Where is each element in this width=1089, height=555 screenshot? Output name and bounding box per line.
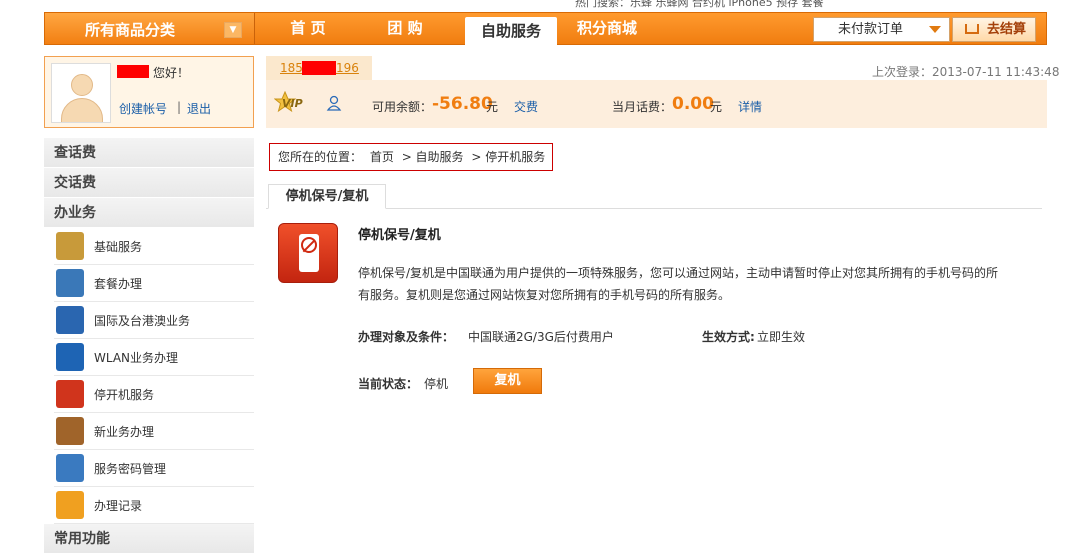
avatar [51, 63, 111, 123]
breadcrumb-self-service[interactable]: > 自助服务 [402, 150, 464, 164]
breadcrumb-current: > 停开机服务 [471, 150, 546, 164]
monthly-fee-unit: 元 [710, 100, 723, 114]
service-description: 停机保号/复机是中国联通为用户提供的一项特殊服务，您可以通过网站，主动申请暂时停… [358, 266, 999, 302]
unpaid-orders-dropdown[interactable]: 未付款订单 [813, 17, 950, 42]
sidebar-head-pay-fee[interactable]: 交话费 [44, 168, 254, 198]
pay-link[interactable]: 交费 [514, 98, 538, 115]
checkout-label: 去结算 [987, 22, 1027, 37]
phone-stop-icon [56, 380, 84, 408]
detail-link[interactable]: 详情 [738, 98, 762, 115]
sidebar-item-label: 办理记录 [94, 499, 143, 513]
sidebar-item[interactable]: 国际及台港澳业务 [54, 302, 254, 339]
nav-self-service[interactable]: 自助服务 [465, 17, 557, 45]
user-icon[interactable] [326, 95, 342, 111]
effect-value: 立即生效 [757, 330, 806, 344]
cart-icon [965, 24, 979, 34]
sidebar-head-business[interactable]: 办业务 [44, 198, 254, 228]
sidebar-item[interactable]: 停开机服务 [54, 376, 254, 413]
monthly-fee-label: 当月话费： [612, 100, 673, 114]
top-nav-bar: 所有商品分类 ▼ 首 页 团 购 自助服务 积分商城 未付款订单 去结算 [44, 12, 1047, 45]
nav-group-buy[interactable]: 团 购 [370, 13, 440, 44]
redacted-phone [302, 61, 336, 75]
basic-service-icon [56, 232, 84, 260]
vip-icon: VIP [274, 91, 303, 115]
breadcrumb: 您所在的位置： 首页 > 自助服务 > 停开机服务 [269, 143, 553, 171]
category-menu[interactable]: 所有商品分类 ▼ [45, 13, 255, 44]
sidebar-item-label: 停开机服务 [94, 388, 155, 402]
chevron-down-icon[interactable]: ▼ [224, 22, 242, 38]
condition-value: 中国联通2G/3G后付费用户 [468, 330, 614, 344]
category-label: 所有商品分类 [85, 21, 176, 39]
status-value: 停机 [424, 377, 449, 391]
password-icon [56, 454, 84, 482]
unpaid-orders-label: 未付款订单 [838, 22, 904, 37]
sidebar-item[interactable]: 新业务办理 [54, 413, 254, 450]
sidebar-item[interactable]: 套餐办理 [54, 265, 254, 302]
sidebar-head-check-fee[interactable]: 查话费 [44, 138, 254, 168]
sidebar-item-label: 国际及台港澳业务 [94, 314, 191, 328]
effect-label: 生效方式: [702, 330, 755, 344]
logout-link[interactable]: 退出 [187, 100, 211, 117]
tab-suspend-resume[interactable]: 停机保号/复机 [268, 184, 386, 209]
sidebar-item[interactable]: WLAN业务办理 [54, 339, 254, 376]
vip-label: VIP [282, 97, 303, 110]
sidebar-head-common[interactable]: 常用功能 [44, 524, 254, 554]
sidebar-item-label: WLAN业务办理 [94, 351, 179, 365]
status-label: 当前状态： [358, 377, 419, 391]
sidebar-item-label: 服务密码管理 [94, 462, 167, 476]
sidebar-item[interactable]: 服务密码管理 [54, 450, 254, 487]
phone-prefix: 185 [280, 61, 303, 75]
sidebar-item-label: 基础服务 [94, 240, 143, 254]
package-icon [56, 269, 84, 297]
sidebar-item-label: 新业务办理 [94, 425, 155, 439]
create-account-link[interactable]: 创建帐号 [119, 100, 167, 117]
sidebar-menu: 查话费 交话费 办业务 基础服务套餐办理国际及台港澳业务 WLAN业务办理 停开机服… [44, 138, 254, 554]
caret-down-icon [929, 26, 941, 33]
sidebar-item[interactable]: 基础服务 [54, 228, 254, 265]
balance-value: -56.80 [432, 94, 493, 114]
user-card: 您好！ 创建帐号 | 退出 [44, 56, 254, 128]
nav-points-mall[interactable]: 积分商城 [567, 13, 647, 44]
breadcrumb-home[interactable]: 首页 [370, 150, 394, 164]
record-icon [56, 491, 84, 519]
redacted-username [117, 65, 149, 78]
sidebar-item[interactable]: 办理记录 [54, 487, 254, 524]
hot-search-text: 热门搜索：乐蜂 乐蜂网 合约机 iPhone5 预存 套餐 [575, 0, 824, 9]
globe-icon [56, 306, 84, 334]
balance-label: 可用余额： [372, 100, 433, 114]
greeting: 您好！ [153, 66, 190, 80]
sidebar-item-label: 套餐办理 [94, 277, 143, 291]
last-login: 上次登录：2013-07-11 11:43:48 [872, 65, 1060, 79]
phone-stop-icon [278, 223, 338, 283]
phone-number-tab[interactable]: 185 196 [266, 56, 372, 80]
condition-label: 办理对象及条件： [358, 330, 455, 344]
service-title: 停机保号/复机 [358, 228, 441, 243]
balance-unit: 元 [486, 100, 499, 114]
resume-service-button[interactable]: 复机 [473, 368, 542, 394]
monthly-fee-value: 0.00 [672, 94, 714, 114]
new-service-icon [56, 417, 84, 445]
nav-home[interactable]: 首 页 [273, 13, 343, 44]
wlan-icon [56, 343, 84, 371]
account-summary: VIP 可用余额： -56.80 元 交费 当月话费： 0.00 元 详情 [266, 80, 1047, 128]
breadcrumb-prefix: 您所在的位置： [278, 150, 363, 164]
phone-suffix: 196 [336, 61, 359, 75]
checkout-button[interactable]: 去结算 [952, 17, 1036, 42]
separator: | [177, 100, 182, 114]
